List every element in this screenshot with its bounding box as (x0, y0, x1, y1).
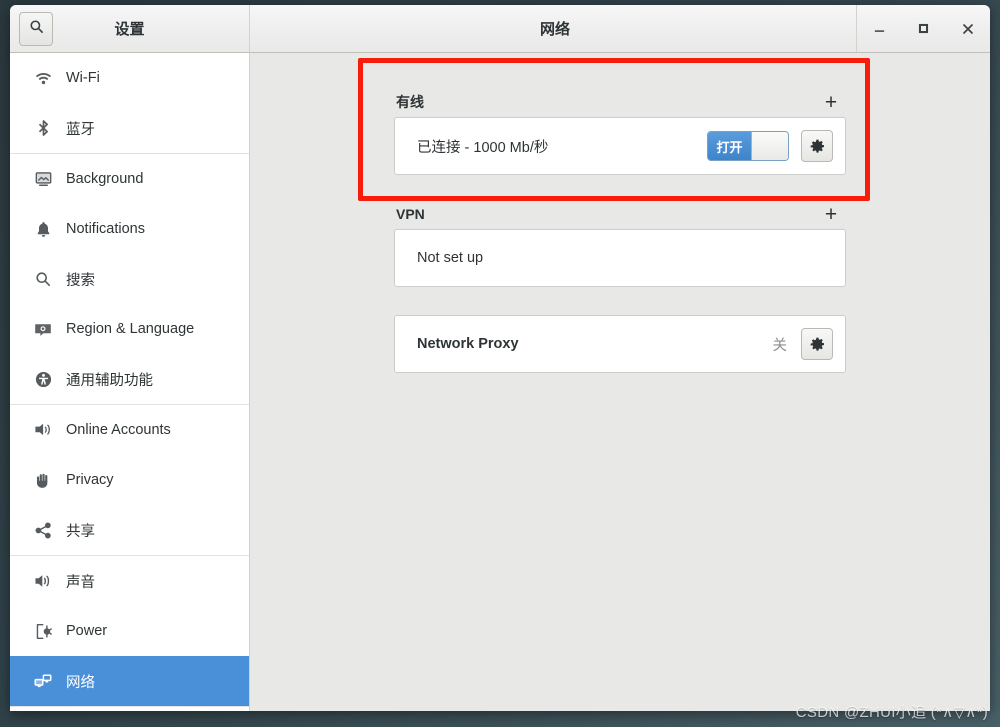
network-panel-content: 有线 + 已连接 - 1000 Mb/秒 打开 VPN + Not set up… (250, 53, 990, 373)
sidebar-item-notifications[interactable]: Notifications (10, 204, 249, 254)
speaker-icon (32, 573, 54, 589)
search-icon (32, 271, 54, 287)
window-titlebar: 设置 网络 (10, 5, 990, 53)
bell-icon (32, 221, 54, 238)
proxy-section: Network Proxy 关 (394, 315, 846, 373)
minimize-icon (874, 30, 884, 32)
wired-status-label: 已连接 - 1000 Mb/秒 (417, 139, 549, 156)
wired-toggle-switch[interactable]: 打开 (707, 131, 789, 161)
hand-privacy-icon (32, 472, 54, 489)
wired-toggle-label: 打开 (708, 132, 751, 160)
wired-settings-button[interactable] (801, 130, 833, 162)
region-language-icon (32, 322, 54, 337)
sidebar-item-label: 声音 (66, 574, 95, 591)
sidebar-item-power[interactable]: Power (10, 606, 249, 656)
sidebar-item-privacy[interactable]: Privacy (10, 455, 249, 505)
sidebar-item-label: Wi-Fi (66, 70, 100, 86)
sidebar-item-sound[interactable]: 声音 (10, 556, 249, 606)
online-accounts-icon (32, 422, 54, 438)
search-button[interactable] (19, 11, 53, 46)
sidebar-item-label: 通用辅助功能 (66, 372, 153, 389)
power-plug-icon (32, 623, 54, 640)
wired-section: 有线 + 已连接 - 1000 Mb/秒 打开 (394, 87, 846, 175)
add-wired-button[interactable]: + (820, 91, 842, 113)
wired-connection-row[interactable]: 已连接 - 1000 Mb/秒 打开 (395, 118, 845, 174)
minimize-button[interactable] (861, 12, 897, 46)
sidebar-item-search[interactable]: 搜索 (10, 254, 249, 304)
network-panel: 有线 + 已连接 - 1000 Mb/秒 打开 VPN + Not set up… (250, 53, 990, 711)
close-button[interactable] (950, 12, 986, 46)
titlebar-sidebar-section: 设置 (10, 5, 250, 52)
titlebar-main-section: 网络 (250, 5, 990, 52)
sidebar-separator (10, 706, 249, 707)
wired-card: 已连接 - 1000 Mb/秒 打开 (394, 117, 846, 175)
desktop-background: 设置 网络 Wi-Fi 蓝牙 Background Notifications … (0, 0, 1000, 727)
wired-section-header: 有线 + (394, 87, 846, 117)
wifi-icon (32, 71, 54, 86)
sidebar-item-label: Region & Language (66, 321, 195, 337)
accessibility-icon (32, 371, 54, 388)
sidebar-item-bluetooth[interactable]: 蓝牙 (10, 103, 249, 153)
sidebar-item-sharing[interactable]: 共享 (10, 505, 249, 555)
sidebar-item-label: Privacy (66, 472, 114, 488)
gear-icon (810, 139, 824, 153)
sidebar-item-label: 共享 (66, 523, 95, 540)
settings-sidebar: Wi-Fi 蓝牙 Background Notifications 搜索 Reg… (10, 53, 250, 711)
sidebar-item-label: 蓝牙 (66, 121, 95, 138)
sidebar-item-label: Power (66, 623, 108, 639)
sidebar-item-accessibility[interactable]: 通用辅助功能 (10, 354, 249, 404)
sidebar-item-network[interactable]: 网络 (10, 656, 249, 706)
background-icon (32, 171, 54, 187)
network-icon (32, 673, 54, 689)
wired-title: 有线 (396, 94, 424, 110)
sidebar-item-label: 网络 (66, 674, 95, 691)
sidebar-item-label: Notifications (66, 221, 145, 237)
gear-icon (810, 337, 824, 351)
vpn-section: VPN + Not set up (394, 199, 846, 287)
vpn-status-label: Not set up (417, 250, 484, 266)
vpn-card: Not set up (394, 229, 846, 287)
settings-window: 设置 网络 Wi-Fi 蓝牙 Background Notifications … (10, 5, 990, 711)
proxy-card: Network Proxy 关 (394, 315, 846, 373)
wired-toggle-knob (751, 132, 788, 160)
proxy-row[interactable]: Network Proxy 关 (395, 316, 845, 372)
sidebar-item-region-language[interactable]: Region & Language (10, 304, 249, 354)
maximize-icon (918, 23, 929, 34)
sidebar-item-background[interactable]: Background (10, 154, 249, 204)
share-icon (32, 522, 54, 539)
page-title: 网络 (539, 21, 570, 38)
close-icon (962, 23, 973, 34)
window-body: Wi-Fi 蓝牙 Background Notifications 搜索 Reg… (10, 53, 990, 711)
vpn-status-row: Not set up (395, 230, 845, 286)
search-icon (29, 19, 44, 39)
window-controls (856, 5, 990, 52)
proxy-state: 关 (772, 337, 788, 354)
sidebar-item-label: Online Accounts (66, 422, 171, 438)
vpn-section-header: VPN + (394, 199, 846, 229)
sidebar-item-wifi[interactable]: Wi-Fi (10, 53, 249, 103)
proxy-settings-button[interactable] (801, 328, 833, 360)
add-vpn-button[interactable]: + (820, 203, 842, 225)
maximize-button[interactable] (905, 12, 941, 46)
bluetooth-icon (32, 119, 54, 137)
sidebar-item-online-accounts[interactable]: Online Accounts (10, 405, 249, 455)
vpn-title: VPN (396, 206, 425, 222)
sidebar-item-label: 搜索 (66, 272, 95, 289)
proxy-title: Network Proxy (417, 336, 519, 352)
sidebar-item-label: Background (66, 171, 144, 187)
